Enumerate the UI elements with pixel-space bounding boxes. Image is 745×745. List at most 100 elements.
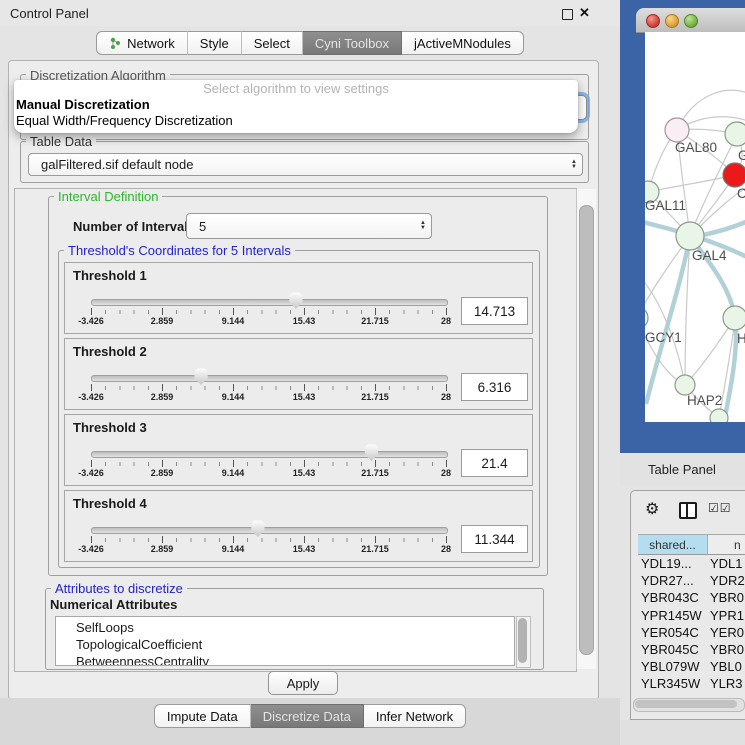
table-column-header-shared[interactable]: shared...	[638, 534, 708, 555]
table-horizontal-scrollbar-thumb[interactable]	[635, 700, 737, 708]
tab-select[interactable]: Select	[242, 31, 303, 55]
slider-major-tick	[233, 384, 234, 391]
attributes-list-scrollbar-thumb[interactable]	[518, 618, 527, 663]
number-of-intervals-combobox[interactable]: 5 ▲▼	[186, 213, 432, 239]
table-row[interactable]: YER054CYER0	[631, 625, 745, 642]
slider-major-tick	[375, 384, 376, 391]
network-node[interactable]	[665, 118, 689, 142]
float-window-icon[interactable]	[562, 9, 573, 20]
network-node-label: GAL11	[645, 198, 686, 213]
bottom-tab-infer-network[interactable]: Infer Network	[364, 704, 466, 728]
tab-label: Impute Data	[167, 709, 238, 724]
table-column-header-name[interactable]: n	[708, 534, 745, 555]
threshold-label: Threshold 4	[73, 496, 147, 511]
table-rows[interactable]: YDL19...YDL1YDR27... YDR2 YBR043C YBR0 YPR14…	[631, 556, 745, 696]
slider-tick-label: 28	[441, 468, 451, 478]
network-node[interactable]	[723, 306, 745, 330]
tab-network[interactable]: Network	[96, 31, 188, 55]
close-traffic-light-icon[interactable]	[646, 14, 660, 28]
tab-label: Style	[200, 36, 229, 51]
slider-track[interactable]	[91, 299, 448, 306]
table-cell-shared-name: YDL19...	[641, 556, 692, 571]
attribute-list-item[interactable]: TopologicalCoefficient	[56, 636, 514, 653]
tab-style[interactable]: Style	[188, 31, 242, 55]
network-node-label: GAL80	[675, 140, 717, 155]
table-data-group-title: Table Data	[26, 134, 96, 149]
bottom-tab-impute-data[interactable]: Impute Data	[154, 704, 251, 728]
algorithm-popup-item[interactable]: Manual Discretization	[14, 97, 578, 113]
slider-track[interactable]	[91, 451, 448, 458]
algorithm-popup-item[interactable]: Equal Width/Frequency Discretization	[14, 113, 578, 129]
network-node[interactable]	[645, 307, 648, 329]
table-row[interactable]: YIL052CYIL0	[631, 694, 745, 697]
slider-thumb[interactable]	[288, 292, 303, 309]
threshold-value-field[interactable]: 11.344	[461, 525, 528, 553]
slider-tick-label: -3.426	[78, 468, 104, 478]
table-row[interactable]: YBL079WYBL0	[631, 659, 745, 676]
slider-major-tick	[375, 308, 376, 315]
network-node[interactable]	[725, 122, 745, 146]
control-panel-titlebar	[0, 0, 620, 26]
slider-major-tick	[91, 460, 92, 467]
table-cell-name: YER0	[710, 625, 744, 640]
zoom-traffic-light-icon[interactable]	[684, 14, 698, 28]
network-nodes[interactable]	[645, 118, 745, 422]
tab-jactivemnodules[interactable]: jActiveMNodules	[402, 31, 524, 55]
tab-label: Discretize Data	[263, 709, 351, 724]
network-node[interactable]	[676, 222, 704, 250]
slider-track[interactable]	[91, 527, 448, 534]
table-cell-shared-name: YDR27...	[641, 573, 694, 588]
table-cell-name: YDR2	[710, 573, 745, 588]
slider-thumb[interactable]	[364, 444, 379, 461]
table-cell-shared-name: YBR045C	[641, 642, 699, 657]
checkbox-icons[interactable]: ☑☑	[708, 501, 732, 515]
thresholds-group-title: Threshold's Coordinates for 5 Intervals	[64, 243, 295, 258]
algorithm-dropdown-popup: Select algorithm to view settings Manual…	[14, 80, 578, 133]
network-node[interactable]	[723, 163, 745, 187]
table-row[interactable]: YDL19...YDL1	[631, 556, 745, 573]
slider-tick-label: 2.859	[151, 468, 174, 478]
close-icon[interactable]: ✕	[579, 5, 590, 21]
slider-thumb[interactable]	[250, 520, 265, 537]
slider-track[interactable]	[91, 375, 448, 382]
slider-tick-label: 21.715	[361, 544, 389, 554]
attributes-group-title: Attributes to discretize	[51, 581, 187, 596]
minimize-traffic-light-icon[interactable]	[665, 14, 679, 28]
column-split-icon[interactable]	[679, 502, 697, 519]
table-cell-shared-name: YBR043C	[641, 590, 699, 605]
table-data-combobox[interactable]: galFiltered.sif default node ▲▼	[28, 153, 583, 176]
table-row[interactable]: YPR145WYPR1	[631, 608, 745, 625]
slider-major-tick	[233, 536, 234, 543]
apply-button[interactable]: Apply	[268, 671, 338, 695]
threshold-value-field[interactable]: 21.4	[461, 449, 528, 477]
attribute-list-item[interactable]: BetweennessCentrality	[56, 653, 514, 666]
table-cell-shared-name: YBL079W	[641, 659, 700, 674]
network-canvas[interactable]: GAL80GACGAL11GAL4GCY1HHAP2	[645, 32, 745, 422]
table-row[interactable]: YDR27... YDR2	[631, 573, 745, 590]
network-node[interactable]	[675, 375, 695, 395]
vertical-scrollbar-thumb[interactable]	[579, 205, 594, 655]
numerical-attributes-list[interactable]: SelfLoopsTopologicalCoefficientBetweenne…	[55, 616, 515, 666]
slider-major-tick	[446, 460, 447, 467]
slider-tick-label: 9.144	[222, 544, 245, 554]
control-panel-title: Control Panel	[10, 6, 89, 21]
network-node-label: GCY1	[645, 330, 682, 345]
bottom-tab-discretize-data[interactable]: Discretize Data	[251, 704, 364, 728]
table-row[interactable]: YBR043C YBR0	[631, 590, 745, 607]
gear-icon[interactable]: ⚙	[645, 499, 659, 519]
table-cell-name: YBR0	[710, 590, 744, 605]
slider-tick-label: 28	[441, 392, 451, 402]
threshold-value-field[interactable]: 6.316	[461, 373, 528, 401]
table-row[interactable]: YLR345WYLR3	[631, 676, 745, 693]
tab-label: Cyni Toolbox	[315, 36, 389, 51]
slider-tick-label: 2.859	[151, 392, 174, 402]
attribute-list-item[interactable]: SelfLoops	[56, 619, 514, 636]
slider-thumb[interactable]	[194, 368, 209, 385]
network-window-titlebar[interactable]	[636, 8, 745, 33]
table-row[interactable]: YBR045CYBR0	[631, 642, 745, 659]
tab-cyni-toolbox[interactable]: Cyni Toolbox	[303, 31, 402, 55]
threshold-value-field[interactable]: 14.713	[461, 297, 528, 325]
slider-major-tick	[446, 308, 447, 315]
network-node[interactable]	[710, 409, 728, 422]
algorithm-popup-prompt: Select algorithm to view settings	[14, 80, 578, 97]
